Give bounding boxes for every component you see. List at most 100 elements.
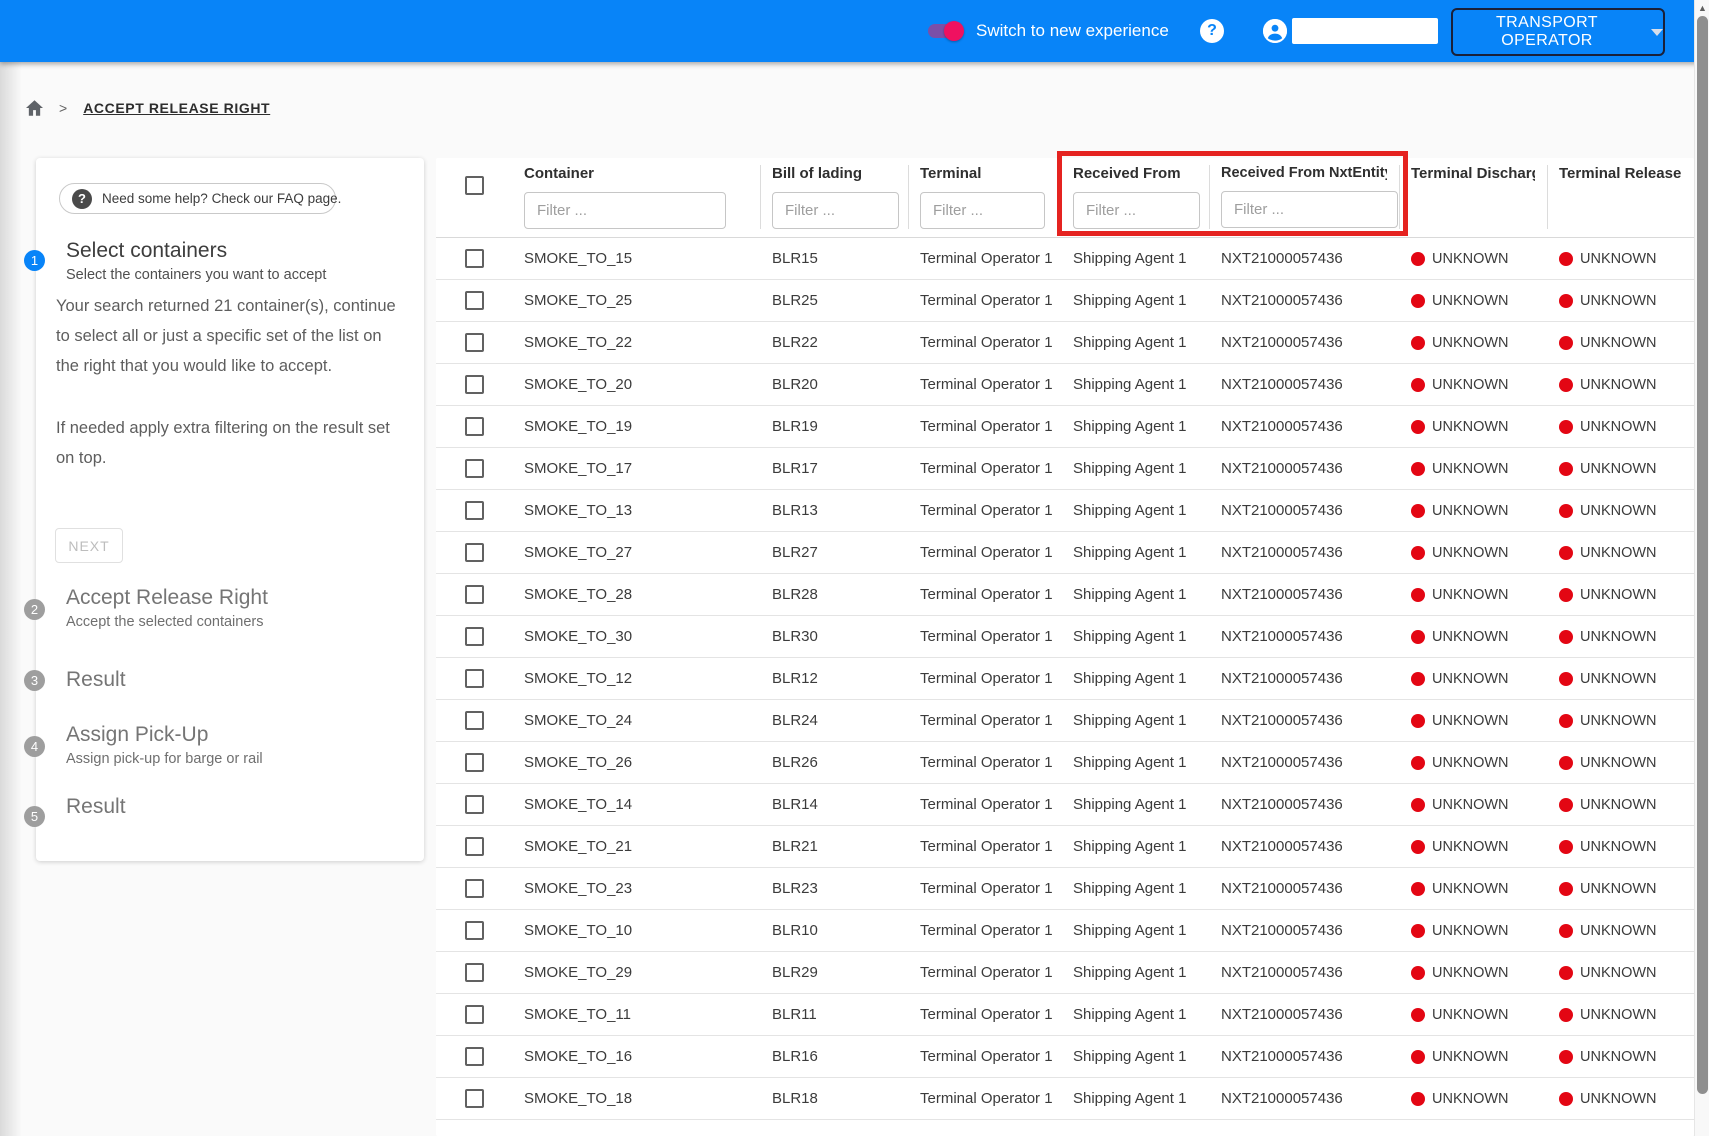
- next-button[interactable]: NEXT: [55, 528, 123, 563]
- status-dot-red: [1411, 756, 1425, 770]
- row-select-cell: [436, 1005, 512, 1024]
- status-dot-red: [1411, 966, 1425, 980]
- row-checkbox[interactable]: [465, 459, 484, 478]
- cell-bill-of-lading: BLR22: [760, 334, 908, 351]
- row-checkbox[interactable]: [465, 711, 484, 730]
- cell-container: SMOKE_TO_24: [512, 712, 760, 729]
- cell-terminal: Terminal Operator 1: [908, 376, 1061, 393]
- cell-bill-of-lading: BLR16: [760, 1048, 908, 1065]
- cell-bill-of-lading: BLR28: [760, 586, 908, 603]
- page-scrollbar[interactable]: ▲: [1694, 0, 1709, 1136]
- table-row: SMOKE_TO_30 BLR30 Terminal Operator 1 Sh…: [436, 616, 1694, 658]
- cell-terminal-release-light: UNKNOWN: [1547, 839, 1694, 855]
- status-dot-red: [1559, 294, 1573, 308]
- header-received-from-nxtentityid: Received From NxtEntityId: [1209, 158, 1399, 237]
- row-select-cell: [436, 795, 512, 814]
- cell-terminal-discharge-light: UNKNOWN: [1399, 797, 1547, 813]
- help-icon[interactable]: ?: [1200, 19, 1224, 43]
- cell-terminal: Terminal Operator 1: [908, 250, 1061, 267]
- cell-received-from-nxtentityid: NXT21000057436: [1209, 544, 1399, 561]
- cell-terminal-discharge-light: UNKNOWN: [1399, 755, 1547, 771]
- row-checkbox[interactable]: [465, 753, 484, 772]
- breadcrumb-chevron: >: [59, 100, 67, 116]
- step-2-indicator: 2: [24, 599, 45, 620]
- row-select-cell: [436, 291, 512, 310]
- search-input[interactable]: [1292, 18, 1438, 44]
- scrollbar-thumb[interactable]: [1697, 16, 1708, 1094]
- scroll-up-icon[interactable]: ▲: [1695, 1, 1709, 15]
- status-dot-red: [1411, 294, 1425, 308]
- breadcrumb-current-link[interactable]: ACCEPT RELEASE RIGHT: [83, 100, 270, 116]
- cell-terminal: Terminal Operator 1: [908, 460, 1061, 477]
- new-experience-toggle[interactable]: [928, 24, 962, 38]
- row-checkbox[interactable]: [465, 501, 484, 520]
- cell-terminal: Terminal Operator 1: [908, 796, 1061, 813]
- row-checkbox[interactable]: [465, 921, 484, 940]
- cell-terminal-release-light: UNKNOWN: [1547, 755, 1694, 771]
- row-checkbox[interactable]: [465, 249, 484, 268]
- row-select-cell: [436, 627, 512, 646]
- faq-help-button[interactable]: ? Need some help? Check our FAQ page.: [59, 183, 336, 214]
- row-checkbox[interactable]: [465, 375, 484, 394]
- cell-received-from: Shipping Agent 1: [1061, 628, 1209, 645]
- cell-received-from-nxtentityid: NXT21000057436: [1209, 838, 1399, 855]
- nxtentityid-filter-input[interactable]: [1221, 191, 1398, 228]
- cell-container: SMOKE_TO_19: [512, 418, 760, 435]
- cell-terminal-release-light: UNKNOWN: [1547, 335, 1694, 351]
- row-checkbox[interactable]: [465, 1047, 484, 1066]
- bill-of-lading-filter-input[interactable]: [772, 192, 899, 229]
- cell-terminal-release-light: UNKNOWN: [1547, 1091, 1694, 1107]
- row-checkbox[interactable]: [465, 291, 484, 310]
- row-select-cell: [436, 375, 512, 394]
- cell-received-from: Shipping Agent 1: [1061, 334, 1209, 351]
- step-2-title: Accept Release Right: [66, 586, 268, 610]
- cell-received-from: Shipping Agent 1: [1061, 460, 1209, 477]
- step-4-indicator: 4: [24, 736, 45, 757]
- cell-received-from-nxtentityid: NXT21000057436: [1209, 670, 1399, 687]
- cell-received-from-nxtentityid: NXT21000057436: [1209, 1090, 1399, 1107]
- row-checkbox[interactable]: [465, 627, 484, 646]
- row-checkbox[interactable]: [465, 333, 484, 352]
- cell-bill-of-lading: BLR11: [760, 1006, 908, 1023]
- row-checkbox[interactable]: [465, 417, 484, 436]
- status-dot-red: [1559, 252, 1573, 266]
- step-1-subtitle: Select the containers you want to accept: [66, 267, 326, 283]
- status-dot-red: [1411, 420, 1425, 434]
- status-dot-red: [1559, 966, 1573, 980]
- cell-bill-of-lading: BLR18: [760, 1090, 908, 1107]
- toggle-knob: [944, 21, 964, 41]
- cell-received-from: Shipping Agent 1: [1061, 544, 1209, 561]
- cell-terminal-release-light: UNKNOWN: [1547, 797, 1694, 813]
- cell-received-from: Shipping Agent 1: [1061, 796, 1209, 813]
- row-checkbox[interactable]: [465, 837, 484, 856]
- user-account-icon[interactable]: [1263, 19, 1287, 43]
- cell-terminal: Terminal Operator 1: [908, 754, 1061, 771]
- received-from-filter-input[interactable]: [1073, 192, 1200, 229]
- cell-received-from: Shipping Agent 1: [1061, 670, 1209, 687]
- row-checkbox[interactable]: [465, 795, 484, 814]
- cell-terminal-discharge-light: UNKNOWN: [1399, 1091, 1547, 1107]
- container-filter-input[interactable]: [524, 192, 726, 229]
- cell-bill-of-lading: BLR24: [760, 712, 908, 729]
- cell-terminal: Terminal Operator 1: [908, 628, 1061, 645]
- row-checkbox[interactable]: [465, 543, 484, 562]
- row-checkbox[interactable]: [465, 1089, 484, 1108]
- row-checkbox[interactable]: [465, 879, 484, 898]
- status-dot-red: [1559, 336, 1573, 350]
- chevron-down-icon: [1651, 29, 1663, 36]
- table-row: SMOKE_TO_17 BLR17 Terminal Operator 1 Sh…: [436, 448, 1694, 490]
- row-checkbox[interactable]: [465, 669, 484, 688]
- row-checkbox[interactable]: [465, 585, 484, 604]
- row-checkbox[interactable]: [465, 1005, 484, 1024]
- terminal-filter-input[interactable]: [920, 192, 1045, 229]
- status-dot-red: [1411, 924, 1425, 938]
- left-edge-shadow: [0, 62, 22, 1136]
- select-all-checkbox[interactable]: [465, 176, 484, 195]
- status-dot-red: [1559, 462, 1573, 476]
- home-icon[interactable]: [26, 100, 43, 116]
- table-row: SMOKE_TO_20 BLR20 Terminal Operator 1 Sh…: [436, 364, 1694, 406]
- row-select-cell: [436, 417, 512, 436]
- cell-terminal-release-light: UNKNOWN: [1547, 1007, 1694, 1023]
- role-selector-button[interactable]: TRANSPORT OPERATOR: [1451, 8, 1665, 56]
- row-checkbox[interactable]: [465, 963, 484, 982]
